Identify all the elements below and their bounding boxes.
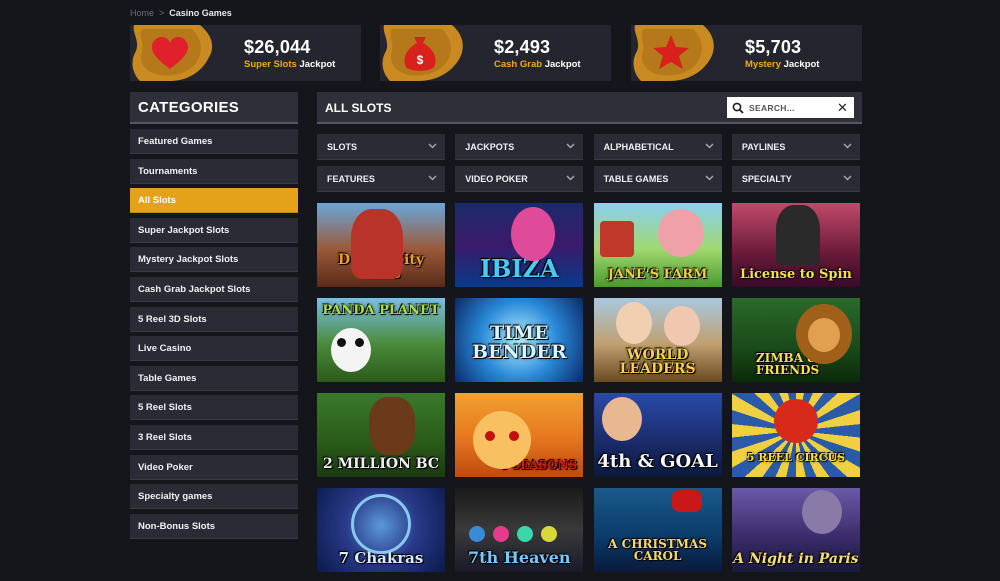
chevron-down-icon	[705, 143, 714, 149]
categories-panel: CATEGORIES Featured Games Tournaments Al…	[130, 92, 298, 543]
breadcrumb-home-link[interactable]: Home	[130, 8, 154, 18]
game-tile-dodge-city[interactable]: Dodge City Slots	[317, 203, 445, 287]
game-tile-7-chakras[interactable]: 7 Chakras	[317, 488, 445, 572]
games-header: ALL SLOTS ✕	[317, 92, 862, 124]
category-specialty-games[interactable]: Specialty games	[130, 484, 298, 510]
chevron-down-icon	[566, 143, 575, 149]
category-cash-grab-jackpot-slots[interactable]: Cash Grab Jackpot Slots	[130, 276, 298, 302]
filter-bar: SLOTS JACKPOTS ALPHABETICAL PAYLINES FEA…	[317, 134, 862, 192]
filter-alphabetical[interactable]: ALPHABETICAL	[593, 134, 722, 160]
chevron-down-icon	[566, 175, 575, 181]
close-icon[interactable]: ✕	[837, 101, 848, 114]
game-tile-zimba-friends[interactable]: ZIMBA & FRIENDS	[731, 298, 860, 382]
jackpot-label: Cash Grab Jackpot	[494, 59, 581, 70]
breadcrumb: Home > Casino Games	[130, 8, 232, 18]
search-box[interactable]: ✕	[727, 97, 854, 118]
game-tile-panda-planet[interactable]: PANDA PLANET	[317, 298, 445, 382]
game-tile-a-christmas-carol[interactable]: A CHRISTMAS CAROL	[593, 488, 722, 572]
game-tile-license-to-spin[interactable]: License to Spin	[731, 203, 860, 287]
breadcrumb-current: Casino Games	[169, 8, 232, 18]
filter-paylines[interactable]: PAYLINES	[731, 134, 860, 160]
chevron-down-icon	[843, 175, 852, 181]
category-non-bonus-slots[interactable]: Non-Bonus Slots	[130, 513, 298, 539]
category-video-poker[interactable]: Video Poker	[130, 454, 298, 480]
chevron-down-icon	[428, 175, 437, 181]
game-tile-4th-goal[interactable]: 4th & GOAL	[593, 393, 722, 477]
filter-specialty[interactable]: SPECIALTY	[731, 166, 860, 192]
search-icon	[732, 102, 744, 114]
category-5-reel-slots[interactable]: 5 Reel Slots	[130, 395, 298, 421]
jackpot-amount: $2,493	[494, 37, 551, 57]
heart-icon	[130, 25, 230, 81]
jackpot-super-slots[interactable]: $26,044 Super Slots Jackpot	[130, 25, 361, 81]
jackpot-cash-grab[interactable]: $ $2,493 Cash Grab Jackpot	[380, 25, 611, 81]
chevron-down-icon	[843, 143, 852, 149]
game-tile-ibiza[interactable]: IBIZA	[455, 203, 584, 287]
game-tile-time-bender[interactable]: TIME BENDER	[455, 298, 584, 382]
game-tile-2-million-bc[interactable]: 2 MILLION BC	[317, 393, 445, 477]
games-grid: Dodge City Slots IBIZA JANE'S FARM Licen…	[317, 203, 862, 572]
jackpot-mystery[interactable]: $5,703 Mystery Jackpot	[631, 25, 862, 81]
category-3-reel-slots[interactable]: 3 Reel Slots	[130, 424, 298, 450]
game-tile-a-night-in-paris[interactable]: A Night in Paris	[731, 488, 860, 572]
money-bag-icon: $	[380, 25, 480, 81]
game-tile-world-leaders[interactable]: WORLD LEADERS	[593, 298, 722, 382]
filter-video-poker[interactable]: VIDEO POKER	[455, 166, 584, 192]
chevron-right-icon: >	[159, 8, 165, 18]
game-tile-5-reel-circus[interactable]: 5 REEL CIRCUS	[731, 393, 860, 477]
game-tile-7th-heaven[interactable]: 7th Heaven	[455, 488, 584, 572]
categories-title: CATEGORIES	[130, 92, 298, 124]
category-mystery-jackpot-slots[interactable]: Mystery Jackpot Slots	[130, 247, 298, 273]
star-icon	[631, 25, 731, 81]
games-title: ALL SLOTS	[325, 101, 392, 115]
category-table-games[interactable]: Table Games	[130, 365, 298, 391]
filter-table-games[interactable]: TABLE GAMES	[593, 166, 722, 192]
filter-features[interactable]: FEATURES	[317, 166, 445, 192]
jackpot-label: Super Slots Jackpot	[244, 59, 336, 70]
search-input[interactable]	[749, 102, 837, 113]
filter-jackpots[interactable]: JACKPOTS	[455, 134, 584, 160]
category-super-jackpot-slots[interactable]: Super Jackpot Slots	[130, 217, 298, 243]
jackpot-amount: $5,703	[745, 37, 802, 57]
game-tile-4-seasons[interactable]: 4 SEASONS	[455, 393, 584, 477]
category-featured-games[interactable]: Featured Games	[130, 129, 298, 154]
category-tournaments[interactable]: Tournaments	[130, 158, 298, 184]
svg-text:$: $	[417, 53, 424, 67]
category-live-casino[interactable]: Live Casino	[130, 336, 298, 362]
jackpot-amount: $26,044	[244, 37, 311, 57]
game-tile-janes-farm[interactable]: JANE'S FARM	[593, 203, 722, 287]
jackpot-label: Mystery Jackpot	[745, 59, 820, 70]
jackpot-banner: $26,044 Super Slots Jackpot $ $2,493 Cas…	[130, 25, 862, 81]
chevron-down-icon	[428, 143, 437, 149]
categories-list: Featured Games Tournaments All Slots Sup…	[130, 129, 298, 539]
chevron-down-icon	[705, 175, 714, 181]
category-5-reel-3d-slots[interactable]: 5 Reel 3D Slots	[130, 306, 298, 332]
filter-slots[interactable]: SLOTS	[317, 134, 445, 160]
games-panel: ALL SLOTS ✕ SLOTS JACKPOTS ALPHABETICAL …	[317, 92, 862, 572]
category-all-slots[interactable]: All Slots	[130, 188, 298, 214]
